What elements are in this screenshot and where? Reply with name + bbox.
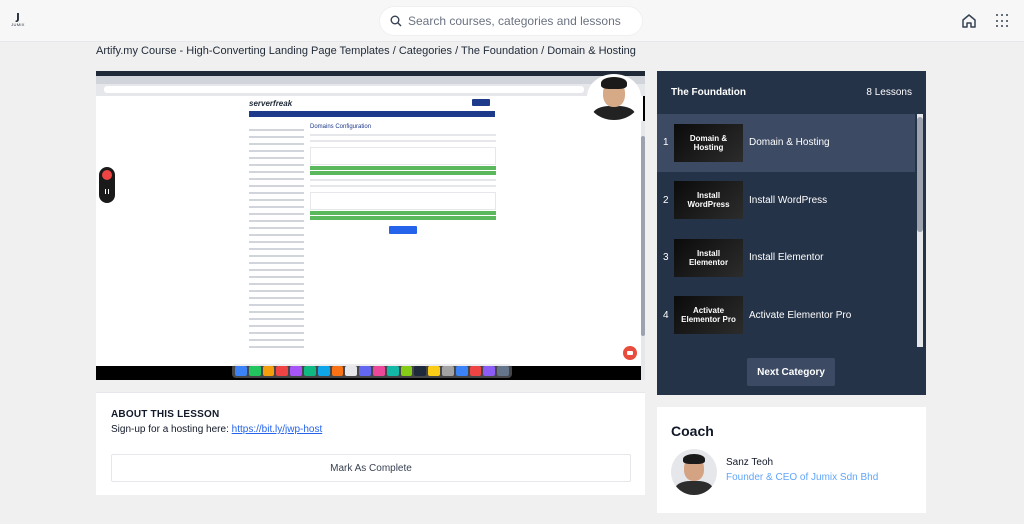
- lesson-name: Domain & Hosting: [749, 137, 830, 149]
- search-icon: [390, 15, 402, 27]
- webcam-overlay: [587, 74, 641, 120]
- lesson-number: 3: [663, 252, 669, 264]
- chat-icon: [623, 346, 637, 360]
- mark-complete-button[interactable]: Mark As Complete: [111, 454, 631, 482]
- pause-icon: [105, 189, 109, 194]
- lesson-item-install-wordpress[interactable]: 2 Install WordPress Install WordPress: [657, 172, 915, 230]
- coach-name: Sanz Teoh: [726, 457, 774, 468]
- logo-mark: J: [16, 12, 20, 23]
- site-heading: Domains Configuration: [310, 124, 372, 130]
- about-title: ABOUT THIS LESSON: [111, 409, 220, 420]
- lesson-name: Install Elementor: [749, 252, 824, 264]
- coach-avatar: [671, 449, 717, 495]
- lesson-item-activate-elementor-pro[interactable]: 4 Activate Elementor Pro Activate Element…: [657, 287, 915, 345]
- lesson-name: Activate Elementor Pro: [749, 309, 852, 321]
- scrollbar-thumb[interactable]: [917, 117, 923, 232]
- lesson-name: Install WordPress: [749, 194, 828, 206]
- jumix-logo[interactable]: J JUMIX: [10, 13, 26, 29]
- logo-word: JUMIX: [11, 22, 25, 27]
- coach-title: Coach: [671, 423, 714, 439]
- lesson-list: 1 Domain & Hosting Domain & Hosting 2 Ins…: [657, 114, 915, 347]
- lesson-list-scrollbar[interactable]: [917, 114, 923, 347]
- lesson-count: 8 Lessons: [866, 87, 912, 98]
- hosting-link[interactable]: https://bit.ly/jwp-host: [232, 424, 323, 435]
- about-text: Sign-up for a hosting here: https://bit.…: [111, 424, 322, 435]
- lesson-item-domain-hosting[interactable]: 1 Domain & Hosting Domain & Hosting: [657, 114, 915, 172]
- lesson-thumbnail: Install WordPress: [674, 181, 743, 220]
- coach-card: Coach Sanz Teoh Founder & CEO of Jumix S…: [657, 407, 926, 513]
- record-controls[interactable]: [99, 167, 115, 203]
- site-logo: serverfreak: [249, 99, 293, 108]
- lesson-number: 4: [663, 309, 669, 321]
- site-main: Domains Configuration: [310, 124, 496, 234]
- home-icon[interactable]: [960, 12, 978, 30]
- top-bar: J JUMIX: [0, 0, 1024, 42]
- lesson-number: 1: [663, 137, 669, 149]
- coach-role: Founder & CEO of Jumix Sdn Bhd: [726, 472, 879, 483]
- site-cart-button: [472, 99, 490, 106]
- mac-dock: [232, 364, 512, 378]
- site-nav: [249, 111, 495, 117]
- lesson-video[interactable]: serverfreak Domains Configuration: [96, 71, 645, 380]
- lesson-thumbnail: Activate Elementor Pro: [674, 296, 743, 335]
- apps-grid-icon[interactable]: [996, 14, 1010, 28]
- record-icon: [102, 170, 112, 180]
- video-screen-content: serverfreak Domains Configuration: [96, 96, 645, 380]
- about-text-label: Sign-up for a hosting here:: [111, 424, 232, 435]
- about-lesson-card: ABOUT THIS LESSON Sign-up for a hosting …: [96, 392, 645, 495]
- category-title: The Foundation: [671, 87, 746, 98]
- next-category-button[interactable]: Next Category: [747, 358, 835, 386]
- lesson-number: 2: [663, 194, 669, 206]
- lessons-panel: The Foundation 8 Lessons 1 Domain & Hosti…: [657, 71, 926, 395]
- lesson-thumbnail: Domain & Hosting: [674, 123, 743, 162]
- lessons-header: The Foundation 8 Lessons: [657, 71, 926, 114]
- search-input[interactable]: [408, 14, 628, 28]
- search-box[interactable]: [380, 7, 642, 35]
- site-scrollbar: [641, 121, 645, 380]
- lesson-thumbnail: Install Elementor: [674, 238, 743, 277]
- breadcrumb: Artify.my Course - High-Converting Landi…: [96, 45, 636, 57]
- site-sidebar: [249, 124, 304, 361]
- lesson-item-install-elementor[interactable]: 3 Install Elementor Install Elementor: [657, 229, 915, 287]
- browser-bar: [96, 76, 645, 96]
